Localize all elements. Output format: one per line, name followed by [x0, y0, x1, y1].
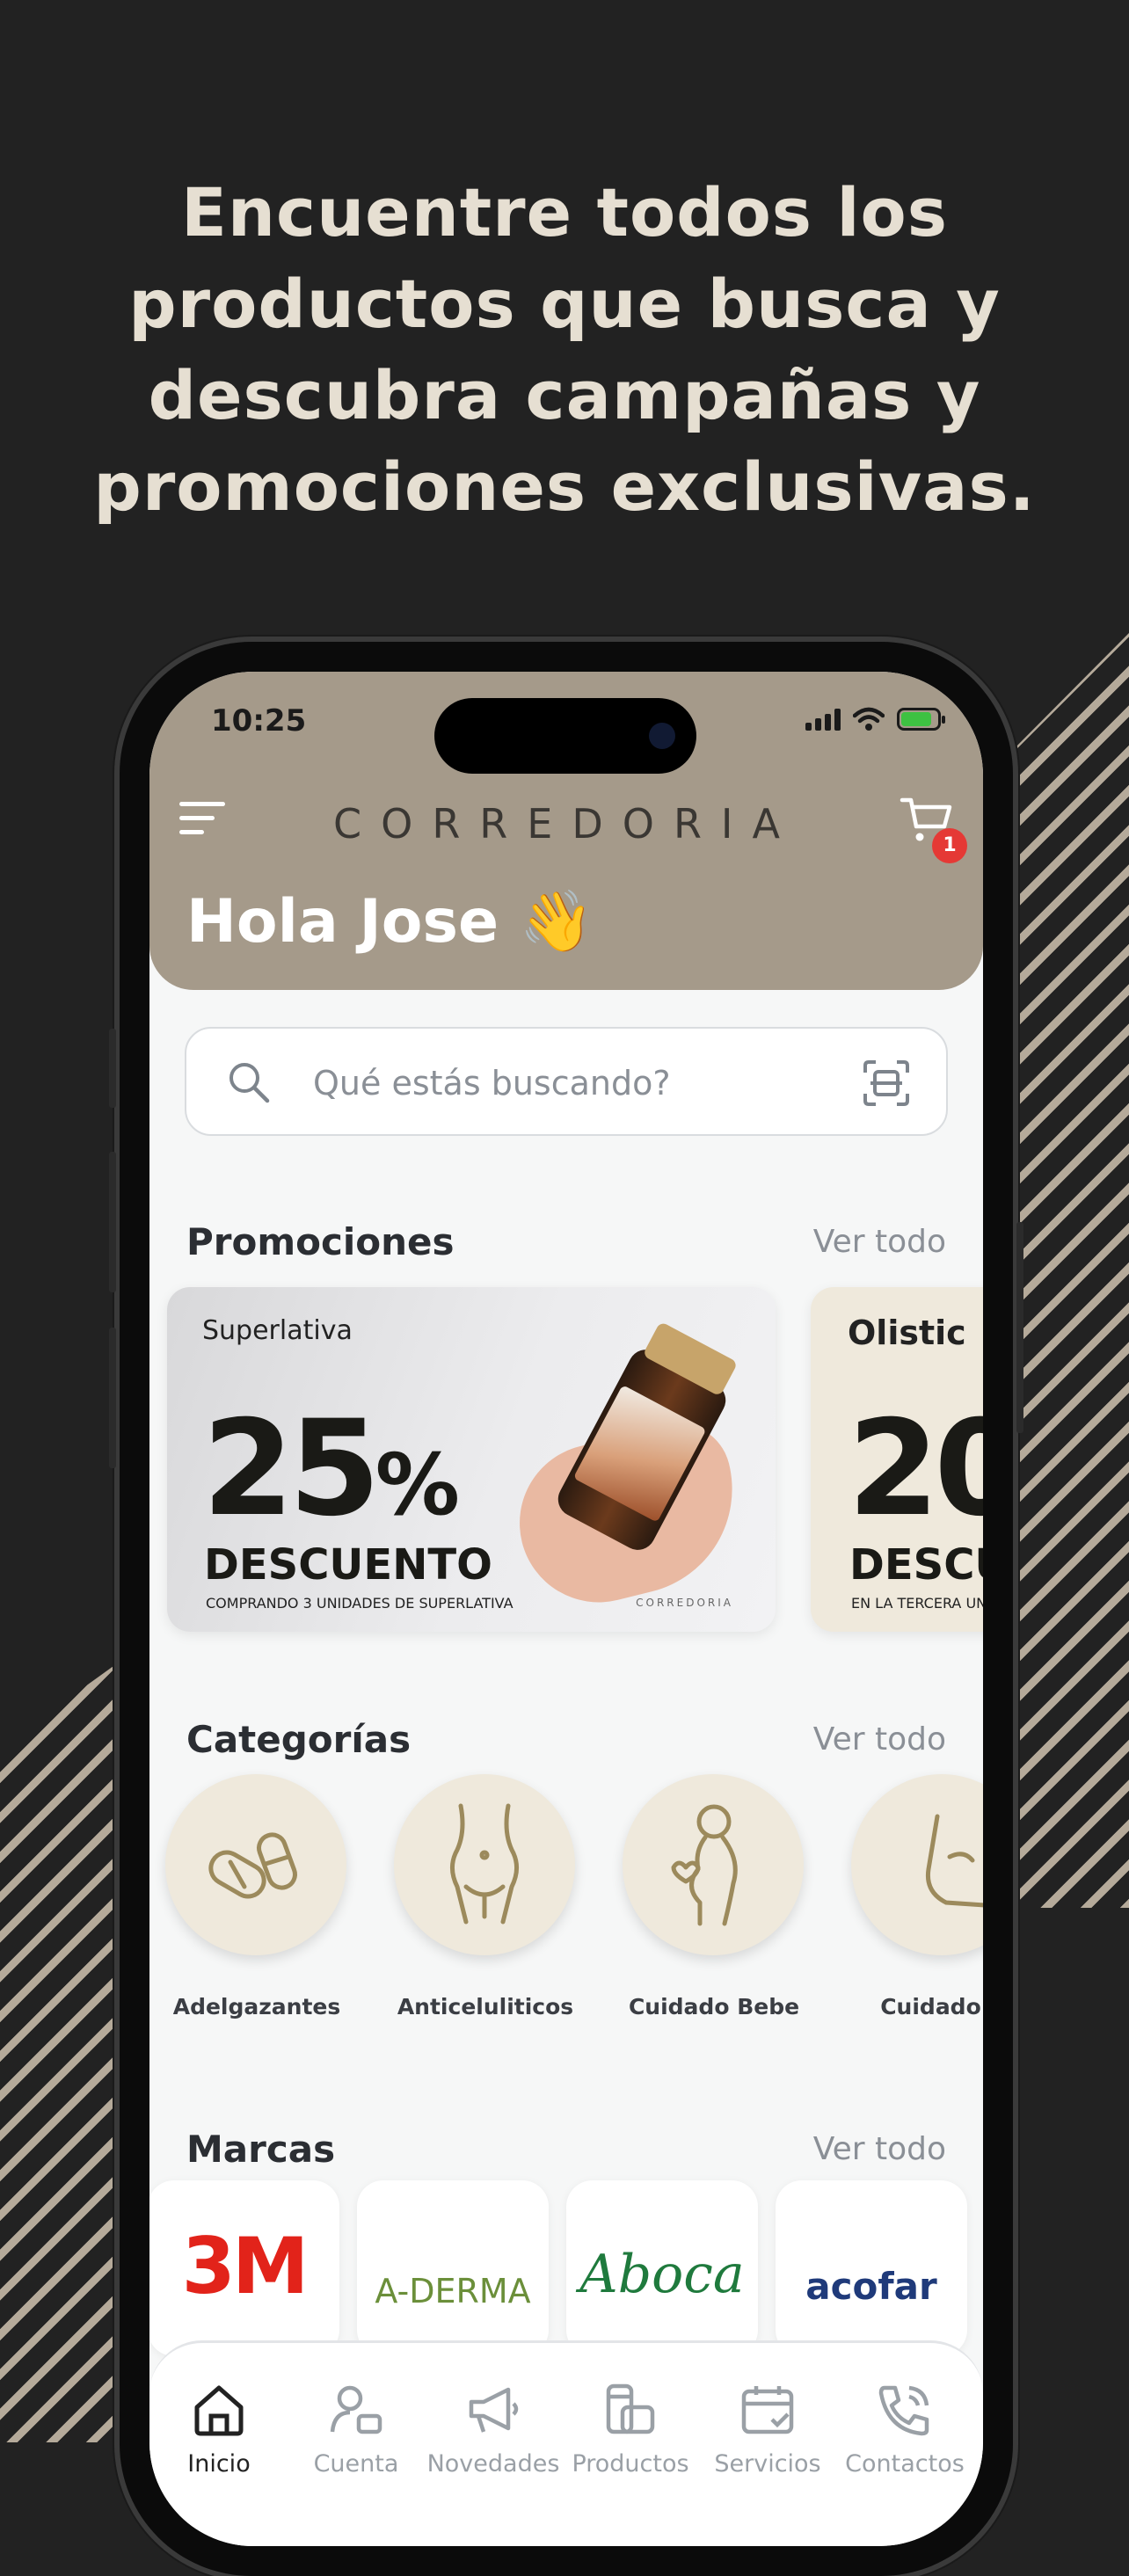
- section-title-promotions: Promociones: [186, 1220, 455, 1263]
- category-circle: [623, 1774, 804, 1955]
- category-item-cuidado-p[interactable]: Cuidado P: [851, 1774, 983, 2019]
- cart-badge: 1: [932, 828, 967, 863]
- promo-watermark: CORREDORIA: [636, 1597, 733, 1609]
- promo-card[interactable]: Superlativa 25% DESCUENTO COMPRANDO 3 UN…: [167, 1287, 776, 1632]
- tab-productos[interactable]: Productos: [561, 2375, 700, 2478]
- status-icons: [805, 707, 945, 731]
- category-label: Anticeluliticos: [397, 1994, 574, 2019]
- search-bar[interactable]: Qué estás buscando?: [185, 1027, 948, 1136]
- category-label: Cuidado Bebe: [628, 1994, 800, 2019]
- pregnancy-icon: [671, 1804, 738, 1926]
- promo-subtitle: EN LA TERCERA UN: [851, 1595, 983, 1612]
- brand-logo-aboca: Aboca: [579, 2244, 745, 2305]
- tab-label: Contactos: [845, 2450, 965, 2478]
- promo-label: DESCU: [849, 1540, 983, 1590]
- home-icon: [194, 2385, 244, 2436]
- tab-contactos[interactable]: Contactos: [835, 2375, 974, 2478]
- headline-line: productos que busca y: [128, 265, 1001, 343]
- phone-icon: [878, 2385, 929, 2436]
- tab-label: Productos: [572, 2450, 689, 2478]
- phone-frame: 10:25 CORREDORIA 1 Hola Jose 👋 Qué estás…: [109, 642, 1023, 2576]
- body-icon: [450, 1803, 519, 1925]
- signal-icon: [805, 708, 841, 731]
- category-item-anticeluliticos[interactable]: Anticeluliticos: [394, 1774, 577, 2019]
- category-item-cuidado-bebe[interactable]: Cuidado Bebe: [623, 1774, 805, 2019]
- user-icon: [330, 2385, 382, 2434]
- tab-label: Cuenta: [313, 2450, 399, 2478]
- products-icon: [606, 2383, 655, 2434]
- category-circle: [851, 1774, 983, 1955]
- tab-novedades[interactable]: Novedades: [424, 2375, 563, 2478]
- brand-logo-acofar: acofar: [805, 2265, 937, 2308]
- app-logo: CORREDORIA: [333, 800, 799, 848]
- phone-button: [109, 1029, 116, 1108]
- phone-button: [109, 1328, 116, 1468]
- see-all-brands-link[interactable]: Ver todo: [813, 2131, 946, 2167]
- tab-servicios[interactable]: Servicios: [698, 2375, 837, 2478]
- phone-button: [1016, 1222, 1023, 1433]
- barcode-scan-icon[interactable]: [862, 1059, 911, 1108]
- pills-icon: [208, 1832, 297, 1899]
- section-title-categories: Categorías: [186, 1718, 412, 1761]
- headline-line: promociones exclusivas.: [93, 448, 1036, 526]
- headline-line: descubra campañas y: [148, 356, 981, 434]
- brand-card-acofar[interactable]: acofar: [776, 2180, 967, 2356]
- brand-logo-aderma: A-DERMA: [375, 2272, 531, 2310]
- see-all-categories-link[interactable]: Ver todo: [813, 1721, 946, 1757]
- greeting: Hola Jose 👋: [186, 887, 594, 957]
- foot-icon: [925, 1814, 983, 1908]
- promo-percent: 20: [848, 1393, 983, 1546]
- tab-inicio[interactable]: Inicio: [149, 2375, 288, 2478]
- tab-label: Novedades: [426, 2450, 560, 2478]
- status-time: 10:25: [211, 703, 307, 739]
- decorative-stripes-left: [0, 1653, 132, 2442]
- promo-percent: 25%: [202, 1393, 460, 1546]
- promo-label: DESCUENTO: [204, 1540, 492, 1590]
- battery-icon: [897, 708, 945, 731]
- category-label: Adelgazantes: [172, 1994, 341, 2019]
- section-title-brands: Marcas: [186, 2128, 336, 2171]
- promo-card[interactable]: Olistic 20 DESCU EN LA TERCERA UN: [811, 1287, 983, 1632]
- category-item-adelgazantes[interactable]: Adelgazantes: [165, 1774, 348, 2019]
- brand-logo-3m: 3M: [181, 2221, 310, 2311]
- wifi-icon: [853, 707, 885, 731]
- app-screen: 10:25 CORREDORIA 1 Hola Jose 👋 Qué estás…: [149, 672, 983, 2546]
- tab-label: Servicios: [714, 2450, 821, 2478]
- category-label: Cuidado P: [880, 1994, 983, 2019]
- brand-card-aboca[interactable]: Aboca: [566, 2180, 758, 2356]
- search-icon: [229, 1063, 270, 1103]
- promo-brand: Olistic: [848, 1313, 966, 1352]
- tab-cuenta[interactable]: Cuenta: [287, 2375, 426, 2478]
- headline-line: Encuentre todos los: [181, 173, 948, 251]
- bottom-tab-bar: Inicio Cuenta Novedades Productos Servic…: [149, 2340, 983, 2546]
- calendar-icon: [741, 2386, 794, 2434]
- marketing-headline: Encuentre todos los productos que busca …: [53, 167, 1076, 533]
- brand-card-3m[interactable]: 3M: [149, 2180, 339, 2356]
- categories-list: Adelgazantes Anticeluliticos Cuidado Beb…: [149, 1774, 983, 2038]
- phone-button: [109, 1152, 116, 1292]
- tab-label: Inicio: [187, 2450, 251, 2478]
- dynamic-island: [434, 698, 696, 774]
- brand-card-aderma[interactable]: A-DERMA: [357, 2180, 549, 2356]
- search-input[interactable]: Qué estás buscando?: [313, 1064, 671, 1102]
- promo-subtitle: COMPRANDO 3 UNIDADES DE SUPERLATIVA: [206, 1595, 514, 1612]
- see-all-promotions-link[interactable]: Ver todo: [813, 1224, 946, 1260]
- promo-brand: Superlativa: [202, 1315, 353, 1346]
- category-circle: [165, 1774, 346, 1955]
- category-circle: [394, 1774, 575, 1955]
- megaphone-icon: [469, 2387, 519, 2433]
